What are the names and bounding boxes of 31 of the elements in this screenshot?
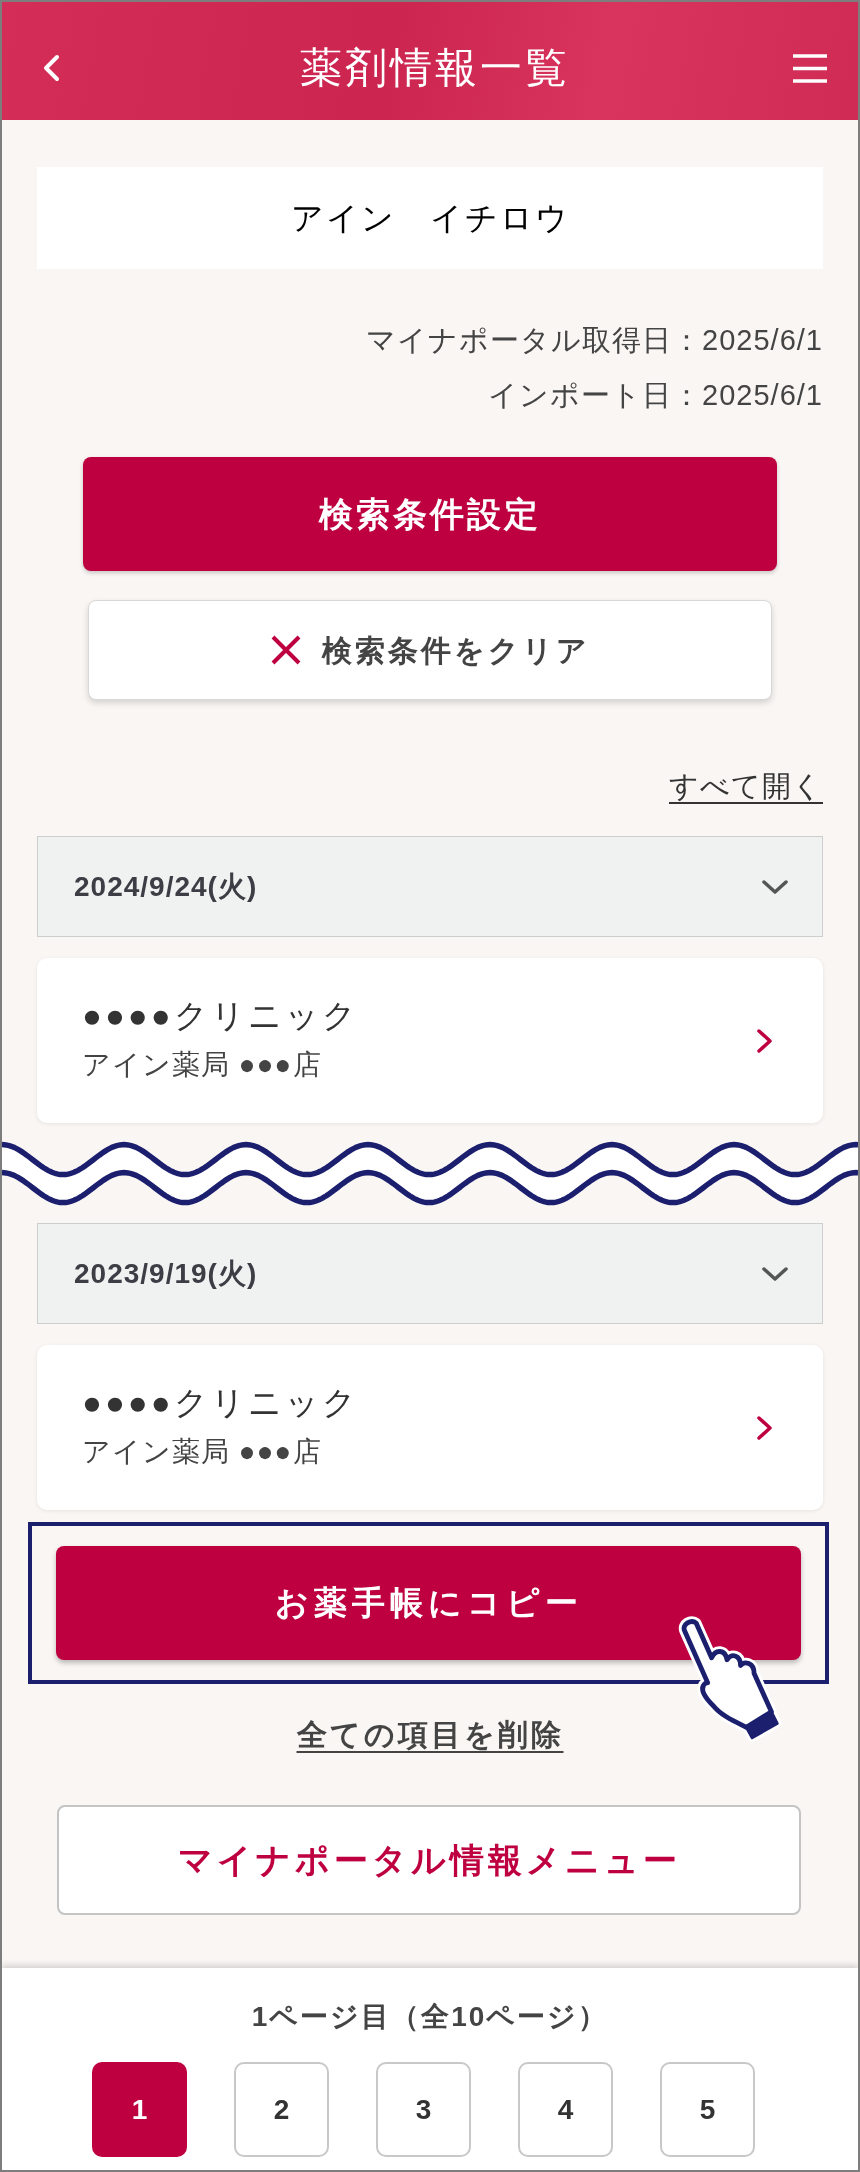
pharmacy-name: アイン薬局 ●●●店: [82, 1047, 323, 1082]
search-settings-button[interactable]: 検索条件設定: [83, 457, 777, 571]
date-info-text: マイナポータル取得日：2025/6/1: [366, 323, 823, 358]
cross-icon: [270, 634, 302, 666]
patient-name: アイン イチロウ: [290, 199, 570, 238]
date-info-text: インポート日：2025/6/1: [488, 378, 823, 413]
portal-info-menu-button[interactable]: マイナポータル情報メニュー: [57, 1805, 801, 1915]
record-card[interactable]: ●●●●クリニック アイン薬局 ●●●店: [37, 958, 823, 1123]
date-group-header[interactable]: 2023/9/19(火): [37, 1223, 823, 1324]
record-card[interactable]: ●●●●クリニック アイン薬局 ●●●店: [37, 1345, 823, 1510]
back-icon[interactable]: [41, 54, 61, 82]
pharmacy-name: アイン薬局 ●●●店: [82, 1434, 323, 1469]
chevron-right-icon: [756, 1027, 773, 1054]
clinic-name: ●●●●クリニック: [82, 995, 359, 1036]
date-group-header[interactable]: 2024/9/24(火): [37, 836, 823, 937]
page-button[interactable]: 3: [376, 2062, 471, 2157]
menu-icon[interactable]: [792, 51, 828, 85]
copy-to-notebook-button[interactable]: お薬手帳にコピー: [56, 1546, 801, 1660]
page-button[interactable]: 2: [234, 2062, 329, 2157]
page-button[interactable]: 1: [92, 2062, 187, 2157]
page-button[interactable]: 5: [660, 2062, 755, 2157]
chevron-right-icon: [756, 1414, 773, 1441]
clinic-name: ●●●●クリニック: [82, 1382, 359, 1423]
chevron-down-icon: [761, 1265, 789, 1282]
page-button[interactable]: 4: [518, 2062, 613, 2157]
page-summary: 1ページ目（全10ページ）: [251, 2000, 609, 2034]
clear-conditions-button[interactable]: 検索条件をクリア: [88, 600, 772, 700]
delete-all-link[interactable]: 全ての項目を削除: [296, 1717, 564, 1753]
page-title: 薬剤情報一覧: [299, 43, 570, 93]
expand-all-link[interactable]: すべて開く: [669, 768, 823, 804]
chevron-down-icon: [761, 878, 789, 895]
